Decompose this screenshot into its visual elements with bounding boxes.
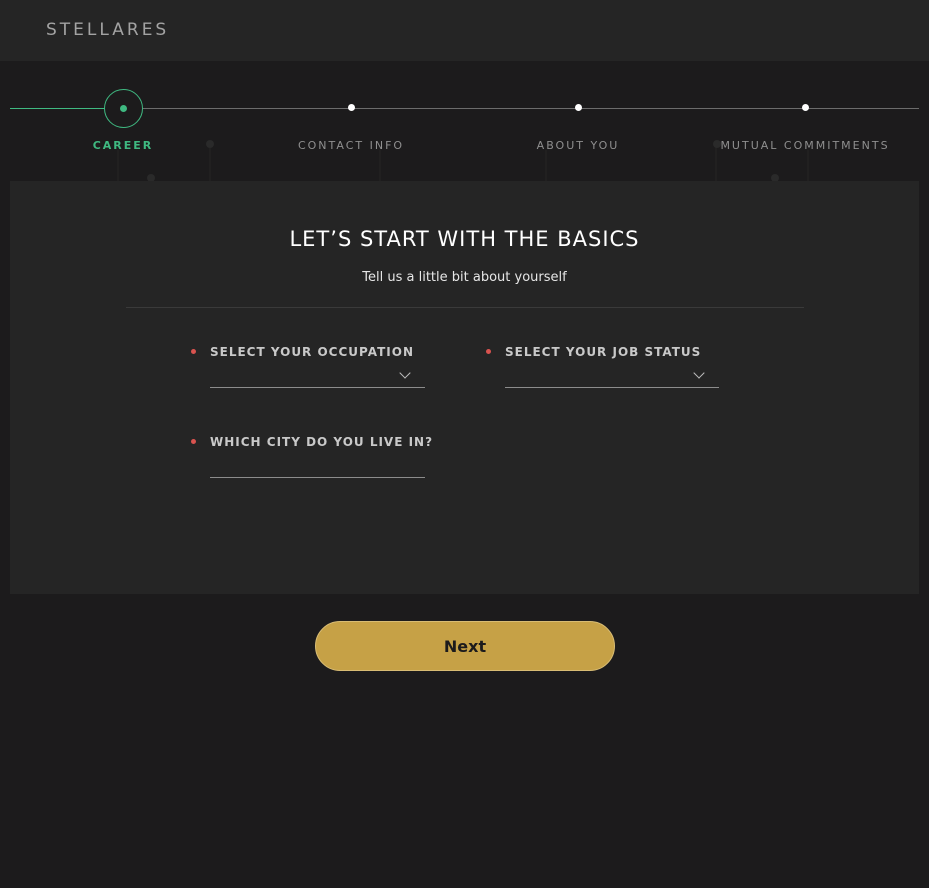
job-status-select[interactable]: [505, 367, 719, 388]
form-title: LET’S START WITH THE BASICS: [289, 227, 640, 251]
form-divider: [126, 307, 804, 308]
next-button[interactable]: Next: [315, 621, 615, 671]
stellares-logo[interactable]: STELLARES: [46, 20, 169, 40]
step-about-you-label[interactable]: ABOUT YOU: [537, 139, 620, 152]
city-input[interactable]: [210, 457, 425, 478]
step-contact-info-marker[interactable]: [348, 104, 355, 111]
career-form-card: LET’S START WITH THE BASICS Tell us a li…: [10, 181, 919, 594]
chevron-down-icon[interactable]: [693, 367, 705, 379]
job-status-label: SELECT YOUR JOB STATUS: [505, 345, 702, 359]
job-status-field: SELECT YOUR JOB STATUS: [486, 345, 719, 388]
step-mutual-commitments-marker[interactable]: [802, 104, 809, 111]
step-mutual-commitments-label[interactable]: MUTUAL COMMITMENTS: [720, 139, 889, 152]
occupation-label: SELECT YOUR OCCUPATION: [210, 345, 414, 359]
step-career-label[interactable]: CAREER: [93, 139, 154, 152]
top-header: STELLARES: [0, 0, 929, 61]
occupation-field: SELECT YOUR OCCUPATION: [191, 345, 425, 388]
city-label: WHICH CITY DO YOU LIVE IN?: [210, 435, 434, 449]
chevron-down-icon[interactable]: [399, 367, 411, 379]
step-career-dot: [120, 105, 127, 112]
required-dot-icon: [191, 349, 196, 354]
stepper-track: [10, 108, 919, 109]
required-dot-icon: [191, 439, 196, 444]
occupation-select[interactable]: [210, 367, 425, 388]
city-field: WHICH CITY DO YOU LIVE IN?: [191, 435, 432, 478]
step-career-marker[interactable]: [104, 89, 143, 128]
step-contact-info-label[interactable]: CONTACT INFO: [298, 139, 404, 152]
step-about-you-marker[interactable]: [575, 104, 582, 111]
required-dot-icon: [486, 349, 491, 354]
progress-stepper: CAREER CONTACT INFO ABOUT YOU MUTUAL COM…: [0, 61, 929, 181]
form-subtitle: Tell us a little bit about yourself: [362, 270, 567, 285]
